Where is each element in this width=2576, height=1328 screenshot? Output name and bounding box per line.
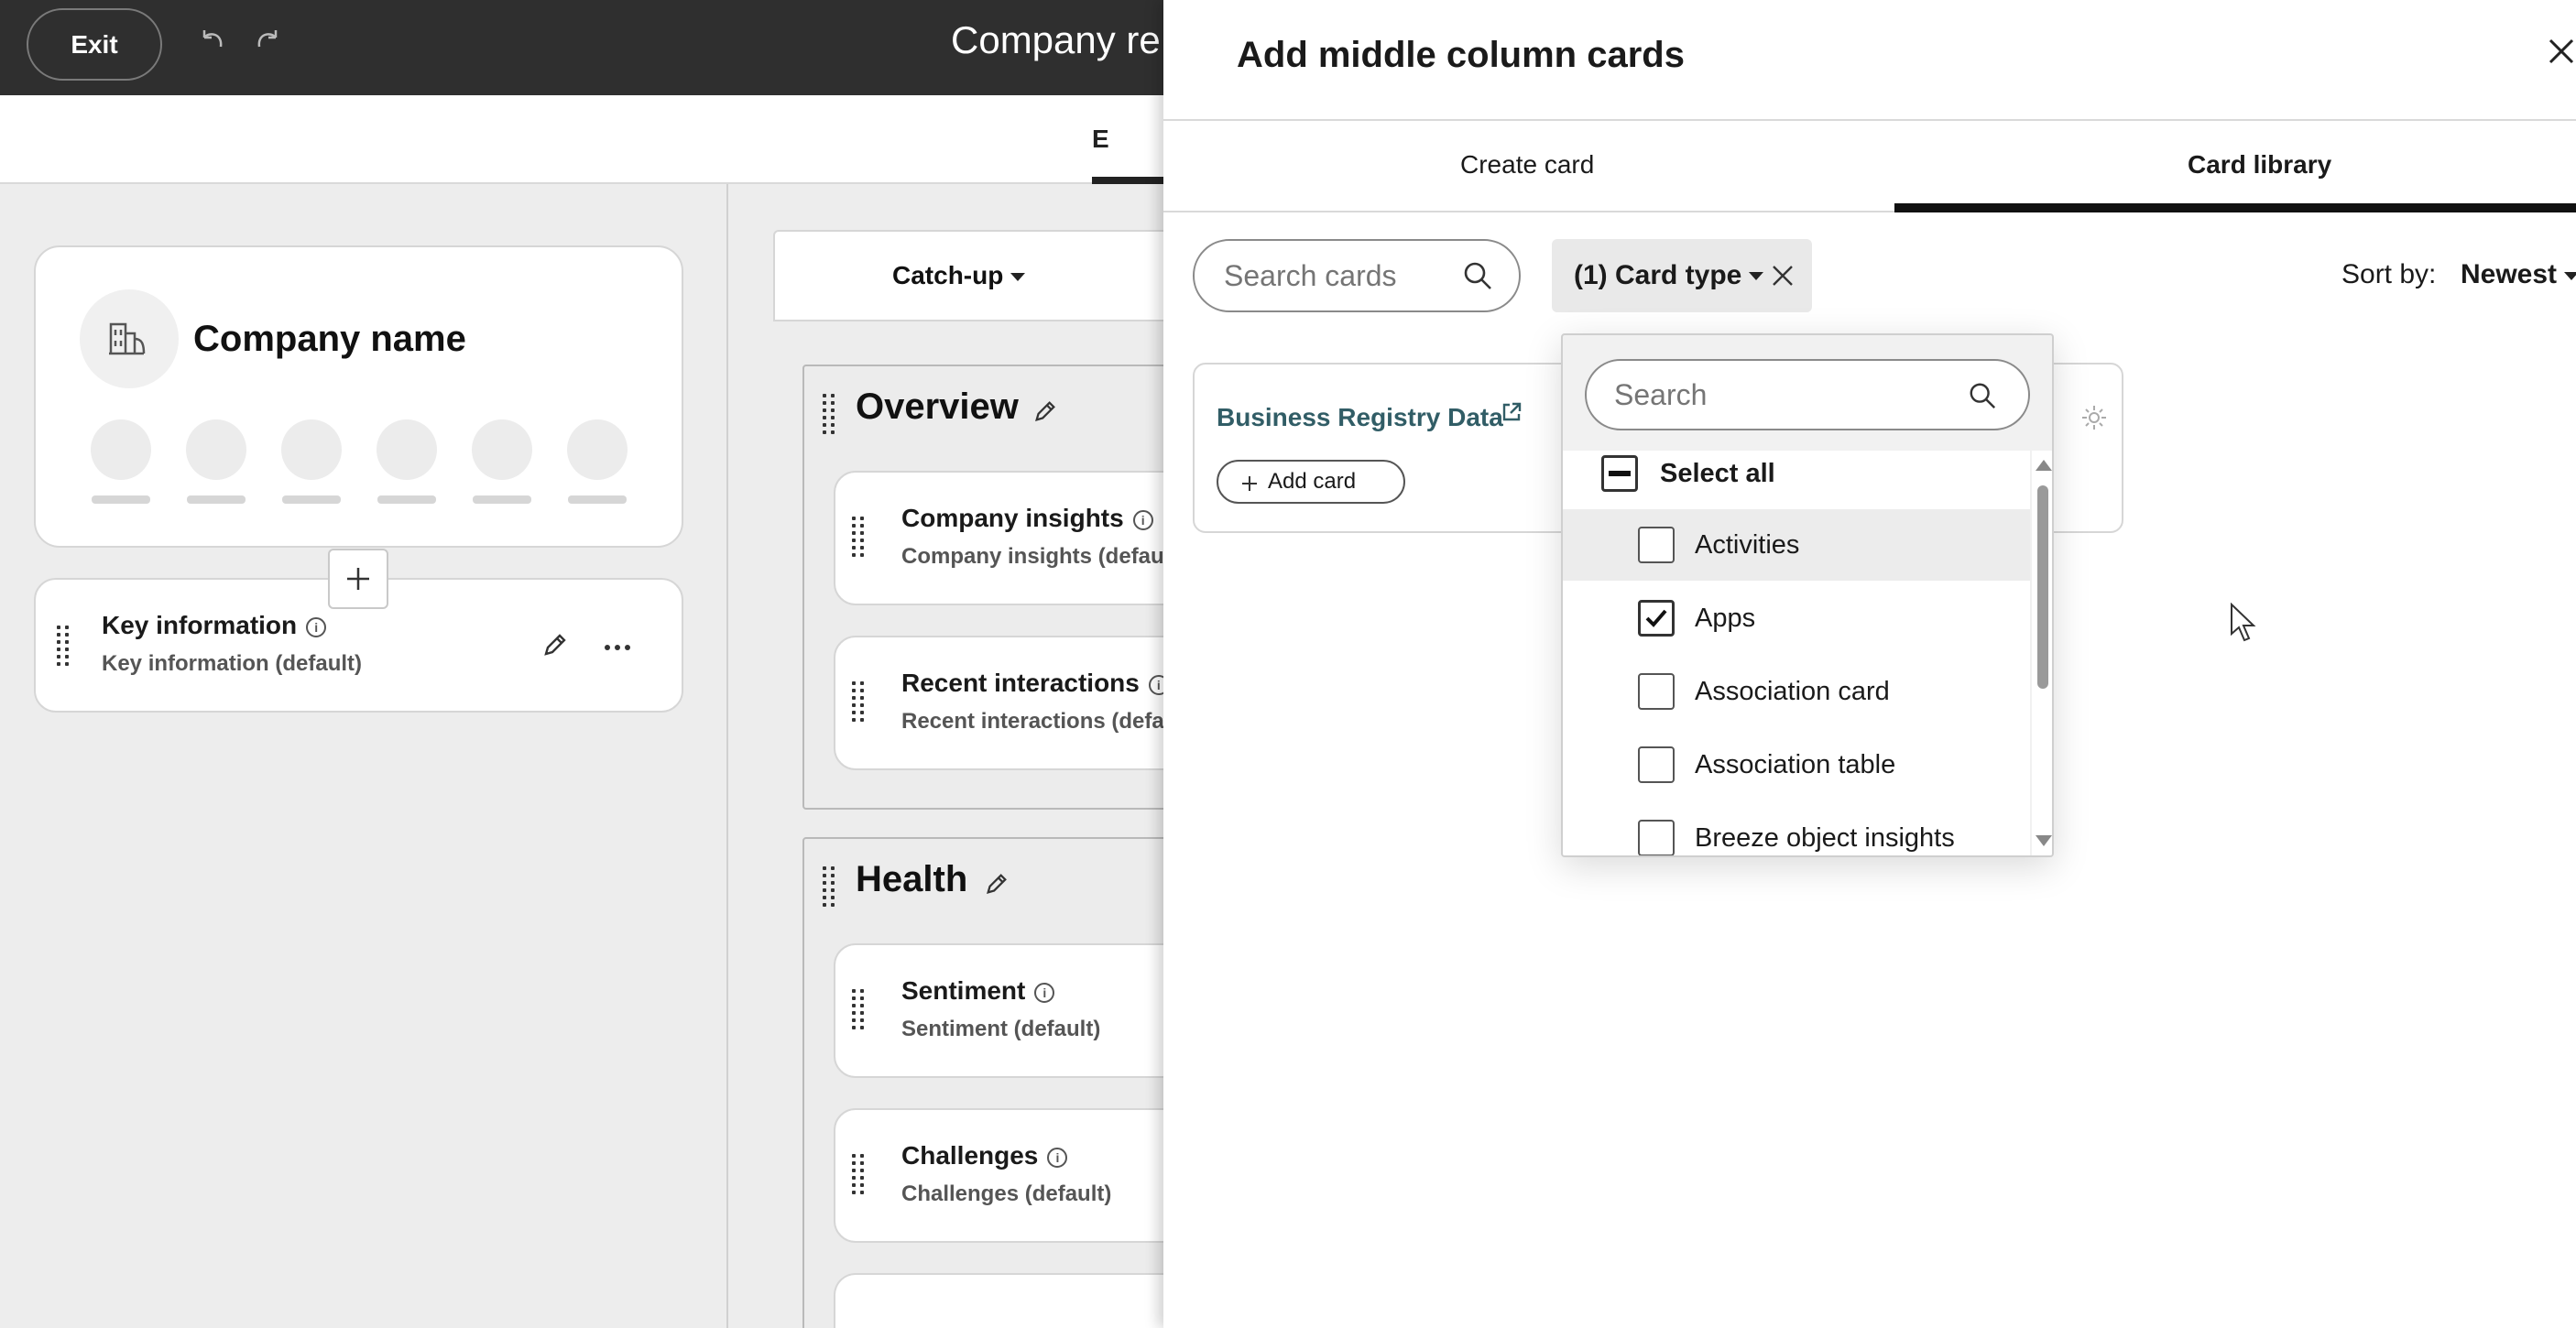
placeholder-circle bbox=[91, 419, 151, 480]
card-result-title[interactable]: Business Registry Data bbox=[1217, 403, 1503, 432]
chevron-down-icon bbox=[2564, 271, 2576, 280]
card-subtitle: Company insights (defau bbox=[901, 544, 1164, 569]
add-card-plus-button[interactable] bbox=[328, 549, 388, 609]
exit-button[interactable]: Exit bbox=[27, 8, 162, 81]
redo-icon[interactable] bbox=[249, 24, 286, 60]
tab-edit[interactable]: E bbox=[1092, 125, 1109, 154]
card-group-overview: Overview Company insights i Company insig… bbox=[802, 365, 1228, 810]
company-name: Company name bbox=[193, 319, 466, 359]
drag-handle-icon[interactable] bbox=[852, 1154, 864, 1194]
card-subtitle: Challenges (default) bbox=[901, 1181, 1112, 1206]
option-breeze-object-insights[interactable]: Breeze object insights bbox=[1563, 802, 2030, 855]
search-icon bbox=[1968, 381, 1997, 415]
dropdown-options-list: Select all Activities Apps Association c… bbox=[1563, 451, 2030, 855]
undo-icon[interactable] bbox=[194, 24, 231, 60]
sort-label: Sort by: bbox=[2341, 259, 2437, 289]
placeholder-line bbox=[568, 495, 627, 504]
checkmark-icon bbox=[1645, 609, 1667, 627]
placeholder-circle bbox=[472, 419, 532, 480]
placeholder-line bbox=[377, 495, 436, 504]
placeholder-circle bbox=[567, 419, 628, 480]
placeholder-line bbox=[282, 495, 341, 504]
tab-create-card[interactable]: Create card bbox=[1460, 150, 1594, 180]
company-card: Company name bbox=[34, 245, 683, 548]
company-avatar bbox=[80, 289, 179, 388]
tab-underline bbox=[1092, 177, 1163, 184]
card-type-dropdown: Select all Activities Apps Association c… bbox=[1561, 333, 2054, 857]
group-title: Health bbox=[856, 859, 968, 899]
info-icon[interactable]: i bbox=[306, 616, 327, 637]
external-link-icon[interactable] bbox=[1501, 401, 1523, 428]
card-subtitle: Key information (default) bbox=[102, 651, 363, 676]
drag-handle-icon[interactable] bbox=[852, 681, 864, 722]
scroll-thumb[interactable] bbox=[2037, 485, 2048, 689]
scroll-up-icon[interactable] bbox=[2036, 460, 2052, 471]
option-activities[interactable]: Activities bbox=[1563, 509, 2030, 581]
info-icon[interactable]: i bbox=[1034, 982, 1055, 1003]
checkbox[interactable] bbox=[1638, 820, 1675, 855]
pencil-icon[interactable] bbox=[1032, 398, 1058, 429]
card-type-filter-chip[interactable]: (1) Card type bbox=[1552, 239, 1812, 312]
card-title: Challenges i bbox=[901, 1141, 1068, 1170]
dropdown-search-input[interactable] bbox=[1585, 359, 2030, 430]
plus-icon bbox=[1240, 474, 1259, 499]
close-icon[interactable] bbox=[2547, 37, 2576, 73]
checkbox[interactable] bbox=[1638, 746, 1675, 783]
card-group-health: Health Sentiment i Sentiment (default) Ch… bbox=[802, 837, 1228, 1328]
sort-dropdown[interactable]: Newest bbox=[2461, 259, 2576, 290]
checkbox[interactable] bbox=[1638, 673, 1675, 710]
checkbox[interactable] bbox=[1638, 527, 1675, 563]
placeholder-circle bbox=[186, 419, 246, 480]
pencil-icon[interactable] bbox=[984, 871, 1010, 901]
divider bbox=[1163, 119, 2576, 121]
add-card-button[interactable]: Add card bbox=[1217, 460, 1405, 504]
tab-card-library[interactable]: Card library bbox=[2188, 150, 2331, 180]
more-icon[interactable] bbox=[604, 640, 631, 657]
active-tab-underline bbox=[1894, 203, 2576, 212]
card-title: Recent interactions i bbox=[901, 669, 1169, 698]
option-apps[interactable]: Apps bbox=[1563, 582, 2030, 654]
drag-handle-icon[interactable] bbox=[823, 394, 835, 434]
view-selector-dropdown[interactable]: Catch-up bbox=[892, 261, 1026, 290]
placeholder-line bbox=[187, 495, 246, 504]
page-title: Company re bbox=[951, 18, 1161, 61]
search-icon bbox=[1462, 260, 1493, 296]
sub-header: E bbox=[0, 95, 1163, 184]
placeholder-line bbox=[473, 495, 531, 504]
option-association-table[interactable]: Association table bbox=[1563, 729, 2030, 800]
plus-icon bbox=[347, 568, 369, 590]
option-association-card[interactable]: Association card bbox=[1563, 656, 2030, 727]
group-title: Overview bbox=[856, 386, 1019, 427]
placeholder-line bbox=[92, 495, 150, 504]
card-subtitle: Recent interactions (defa bbox=[901, 709, 1164, 734]
left-column: Company name Key information i Key inform… bbox=[0, 184, 728, 1328]
info-icon[interactable]: i bbox=[1132, 509, 1153, 530]
placeholder-circle bbox=[377, 419, 437, 480]
card-title: Key information i bbox=[102, 611, 327, 640]
checked-checkbox[interactable] bbox=[1638, 600, 1675, 637]
chevron-down-icon bbox=[1010, 273, 1026, 282]
add-cards-panel: Add middle column cards Create card Card… bbox=[1163, 0, 2576, 1328]
dropdown-scrollbar[interactable] bbox=[2032, 451, 2052, 855]
drag-handle-icon[interactable] bbox=[57, 626, 69, 666]
panel-title: Add middle column cards bbox=[1237, 35, 1685, 75]
card-title: Sentiment i bbox=[901, 976, 1055, 1006]
card-title: Company insights i bbox=[901, 504, 1153, 533]
mouse-cursor-icon bbox=[2230, 602, 2257, 648]
drag-handle-icon[interactable] bbox=[852, 989, 864, 1029]
gear-icon[interactable] bbox=[2079, 403, 2109, 437]
indeterminate-checkbox[interactable] bbox=[1601, 455, 1638, 492]
middle-column: Catch-up Overview Company insights i Comp… bbox=[730, 184, 1228, 1328]
placeholder-circle bbox=[281, 419, 342, 480]
building-icon bbox=[109, 322, 146, 355]
pencil-icon[interactable] bbox=[541, 631, 569, 663]
drag-handle-icon[interactable] bbox=[852, 517, 864, 557]
select-all-option[interactable]: Select all bbox=[1563, 438, 2030, 509]
scroll-down-icon[interactable] bbox=[2036, 835, 2052, 846]
chevron-down-icon bbox=[1749, 271, 1764, 280]
drag-handle-icon[interactable] bbox=[823, 866, 835, 907]
clear-filter-icon[interactable] bbox=[1770, 263, 1796, 296]
card-subtitle: Sentiment (default) bbox=[901, 1017, 1101, 1041]
info-icon[interactable]: i bbox=[1047, 1147, 1068, 1168]
